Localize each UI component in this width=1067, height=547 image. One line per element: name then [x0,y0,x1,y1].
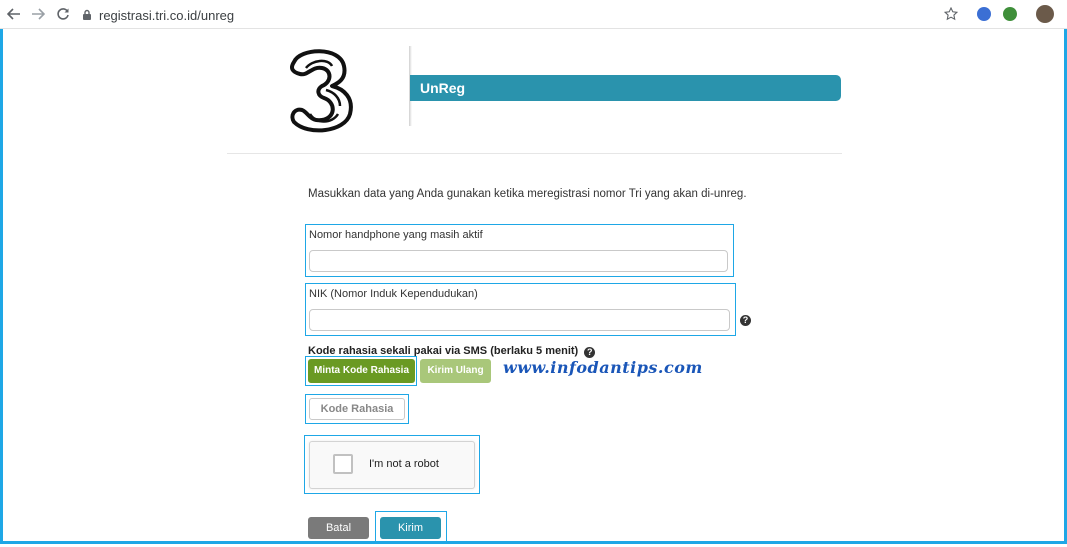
nik-input[interactable] [309,309,730,331]
url-text: registrasi.tri.co.id/unreg [99,7,235,23]
nik-help-icon[interactable]: ? [740,315,751,326]
tri-logo-mark [290,49,353,133]
phone-label: Nomor handphone yang masih aktif [309,229,483,241]
watermark-text: www.infodantips.com [503,358,703,377]
request-code-button[interactable]: Minta Kode Rahasia [308,359,415,383]
resend-code-button[interactable]: Kirim Ulang [420,359,491,383]
lock-icon [83,9,91,20]
submit-button[interactable]: Kirim [380,517,441,539]
page-title-bar: UnReg [410,75,841,101]
form-intro: Masukkan data yang Anda gunakan ketika m… [308,188,747,200]
arrow-left-icon[interactable] [7,7,21,21]
captcha-checkbox[interactable] [333,454,353,474]
extension-globe-icon[interactable] [1003,7,1017,21]
page-title: UnReg [420,80,466,96]
header-divider [227,153,842,154]
sms-help-icon[interactable]: ? [584,347,596,358]
extension-icon[interactable] [977,7,991,21]
profile-avatar[interactable] [1036,5,1054,23]
arrow-right-icon[interactable] [31,7,45,21]
address-bar[interactable]: registrasi.tri.co.id/unreg [82,6,234,24]
cancel-button[interactable]: Batal [308,517,369,539]
browser-toolbar: registrasi.tri.co.id/unreg [0,0,1067,29]
nik-label: NIK (Nomor Induk Kependudukan) [309,288,478,300]
tri-logo [282,44,362,134]
recaptcha-widget: I'm not a robot [309,441,475,489]
code-input[interactable]: Kode Rahasia [309,398,405,420]
captcha-label: I'm not a robot [369,458,439,470]
code-placeholder: Kode Rahasia [320,403,394,415]
reload-icon[interactable] [56,7,70,21]
star-icon[interactable] [944,7,958,21]
phone-input[interactable] [309,250,728,272]
